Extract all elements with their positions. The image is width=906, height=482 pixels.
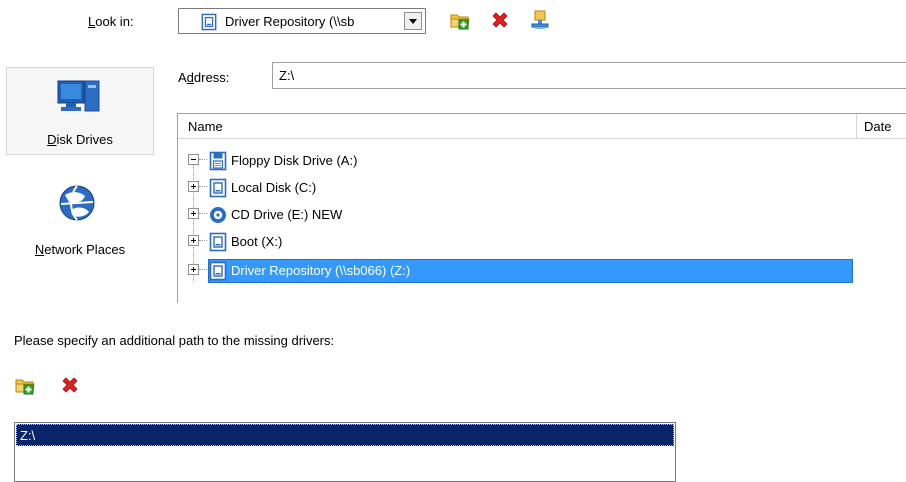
computer-icon <box>57 80 100 112</box>
nav-network-places[interactable]: Network Places <box>6 178 154 268</box>
drive-icon <box>201 13 217 31</box>
nav-network-rest: etwork Places <box>44 242 126 257</box>
delete-icon[interactable] <box>489 9 511 31</box>
expand-toggle[interactable] <box>188 181 199 192</box>
tree-row-selected[interactable]: Driver Repository (\\sb066) (Z:) <box>178 259 878 283</box>
expand-toggle[interactable] <box>188 208 199 219</box>
nav-disk-drives-label: Disk Drives <box>47 132 113 147</box>
new-folder-icon[interactable] <box>449 9 471 31</box>
column-header-name[interactable]: Name <box>188 119 223 134</box>
add-folder-icon[interactable] <box>14 374 36 396</box>
chevron-down-icon <box>409 19 417 24</box>
column-header-date[interactable]: Date <box>864 119 891 134</box>
tree-row[interactable]: Local Disk (C:) <box>178 176 878 200</box>
look-in-label: Look in: <box>88 14 134 29</box>
driver-path-list[interactable]: Z:\ <box>14 422 676 482</box>
expand-toggle[interactable] <box>188 264 199 275</box>
nav-network-places-label: Network Places <box>34 242 126 257</box>
address-label-part: d <box>186 70 194 85</box>
nav-disk-drives[interactable]: Disk Drives <box>6 67 154 155</box>
tree-connector <box>199 186 207 187</box>
delete-icon[interactable] <box>59 374 81 396</box>
tree-item-label: Local Disk (C:) <box>231 180 317 195</box>
floppy-icon <box>209 151 227 171</box>
tree-connector <box>199 159 207 160</box>
tree-connector <box>199 269 207 270</box>
plus-icon <box>191 184 196 189</box>
tree-item-label: Boot (X:) <box>231 234 283 249</box>
tree-item-label: CD Drive (E:) NEW <box>231 207 343 222</box>
tree-header: Name Date <box>178 114 906 139</box>
plus-icon <box>191 238 196 243</box>
address-label: Address: <box>178 70 229 85</box>
look-in-dropdown[interactable]: Driver Repository (\\sb <box>178 8 426 34</box>
nav-disk-rest: isk Drives <box>56 132 113 147</box>
plus-icon <box>191 211 196 216</box>
drive-icon <box>209 232 227 252</box>
list-item-label: Z:\ <box>20 428 36 443</box>
network-globe-icon <box>59 185 95 221</box>
tree-row[interactable]: CD Drive (E:) NEW <box>178 203 878 227</box>
look-in-value: Driver Repository (\\sb <box>225 14 355 29</box>
tree-row[interactable]: Floppy Disk Drive (A:) <box>178 149 878 173</box>
tree-row[interactable]: Boot (X:) <box>178 230 878 254</box>
driver-path-prompt: Please specify an additional path to the… <box>14 333 335 348</box>
address-value: Z:\ <box>279 68 295 83</box>
collapse-toggle[interactable] <box>188 154 199 165</box>
cd-icon <box>209 205 227 225</box>
drive-icon <box>209 178 227 198</box>
dropdown-arrow-button[interactable] <box>404 12 422 30</box>
tree-item-label: Floppy Disk Drive (A:) <box>231 153 358 168</box>
expand-toggle[interactable] <box>188 235 199 246</box>
address-input[interactable]: Z:\ <box>272 62 906 89</box>
network-drive-icon[interactable] <box>529 9 551 31</box>
minus-icon <box>191 159 196 160</box>
drive-icon <box>209 261 227 281</box>
address-label-text: Address: <box>178 70 229 85</box>
plus-icon <box>191 267 196 272</box>
drive-tree[interactable]: Name Date Floppy Disk Drive (A:) Local D… <box>177 113 906 303</box>
tree-item-label: Driver Repository (\\sb066) (Z:) <box>231 263 411 278</box>
list-item-selected[interactable]: Z:\ <box>16 424 674 446</box>
column-separator[interactable] <box>856 114 857 139</box>
address-label-part: dress: <box>193 70 230 85</box>
tree-connector <box>199 213 207 214</box>
address-label-part: A <box>178 70 187 85</box>
tree-connector <box>199 240 207 241</box>
